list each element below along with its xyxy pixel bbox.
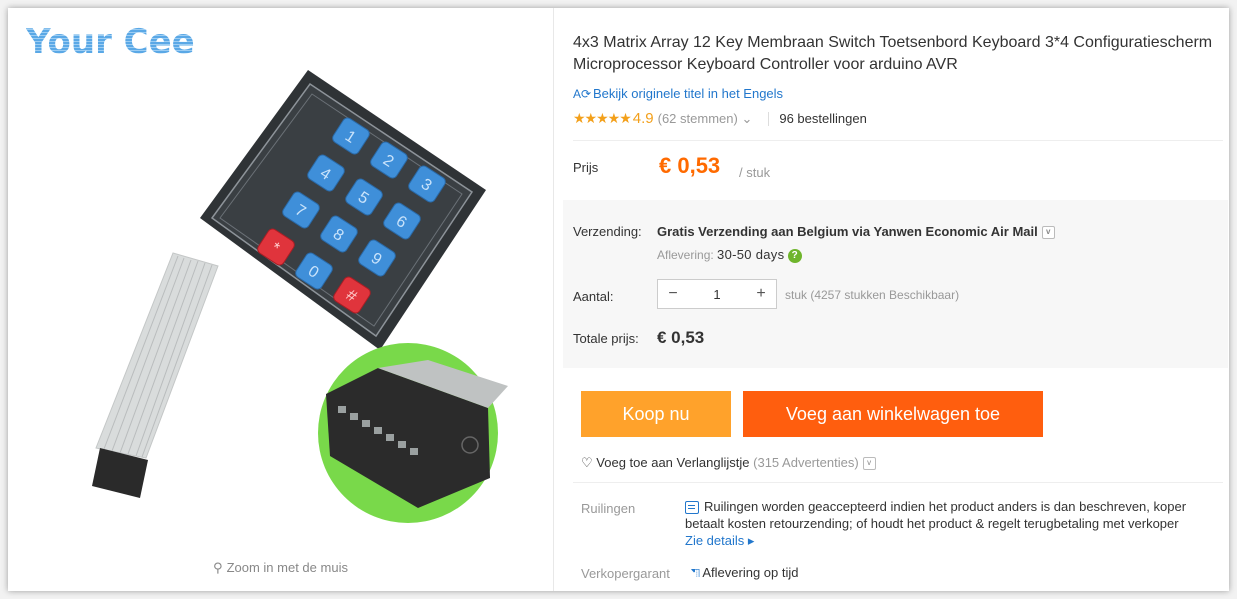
returns-icon [685, 501, 699, 515]
chevron-down-icon[interactable]: v [1041, 226, 1055, 240]
zoom-hint: ⚲ Zoom in met de muis [213, 560, 348, 575]
ribbon-cable [92, 252, 219, 498]
product-info: 4x3 Matrix Array 12 Key Membraan Switch … [563, 8, 1228, 591]
rating-row: ★★★★★ 4.9 (62 stemmen) ⌄ 96 bestellingen [573, 110, 867, 127]
shipping-panel: Verzending: Gratis Verzending aan Belgiu… [563, 200, 1228, 368]
price-unit: / stuk [739, 165, 771, 180]
chevron-down-icon[interactable]: v [862, 457, 876, 471]
quantity-stepper: − 1 + [657, 279, 777, 309]
guarantee-label: Verkopergarant [581, 566, 670, 581]
orders-count: 96 bestellingen [779, 111, 867, 126]
price-label: Prijs [573, 160, 599, 175]
connector-inset [318, 343, 508, 523]
add-to-cart-button[interactable]: Voeg aan winkelwagen toe [743, 391, 1043, 437]
total-price-label: Totale prijs: [573, 331, 639, 346]
details-link[interactable]: Zie details ▸ [685, 533, 754, 548]
wishlist-count: (315 Advertenties) [753, 455, 859, 470]
delivery-time: Aflevering: 30-50 days ? [657, 247, 802, 263]
product-gallery: Your Cee 1 2 3 4 5 6 7 8 9 * 0 # ⚲ Zoom … [8, 8, 553, 591]
guarantee-text: ⛠ Aflevering op tijd [691, 565, 799, 580]
increase-quantity-button[interactable]: + [746, 285, 776, 303]
translate-icon: A⟳ [573, 87, 592, 101]
rating-stars-icon: ★★★★★ [573, 110, 632, 126]
votes-dropdown[interactable]: (62 stemmen) ⌄ [658, 111, 753, 127]
truck-icon: ⛠ [691, 566, 701, 580]
decrease-quantity-button[interactable]: − [658, 285, 688, 303]
keypad [200, 70, 486, 350]
separator [768, 111, 770, 126]
divider [573, 482, 1223, 483]
stock-info: stuk (4257 stukken Beschikbaar) [785, 288, 960, 302]
price-value: € 0,53 [659, 153, 721, 178]
quantity-label: Aantal: [573, 289, 614, 304]
buy-now-button[interactable]: Koop nu [581, 391, 731, 437]
product-title: 4x3 Matrix Array 12 Key Membraan Switch … [573, 34, 1213, 73]
column-divider [553, 8, 554, 591]
shipping-method-select[interactable]: Gratis Verzending aan Belgium via Yanwen… [657, 224, 1055, 240]
original-title-link[interactable]: A⟳ Bekijk originele titel in het Engels [573, 86, 783, 101]
divider [573, 140, 1223, 141]
shipping-label: Verzending: [573, 224, 642, 239]
wishlist-link[interactable]: ♡ Voeg toe aan Verlanglijstje (315 Adver… [581, 455, 876, 471]
quantity-input[interactable]: 1 [688, 287, 746, 302]
help-icon[interactable]: ? [787, 248, 802, 263]
total-price-value: € 0,53 [657, 328, 705, 347]
product-page: Your Cee 1 2 3 4 5 6 7 8 9 * 0 # ⚲ Zoom … [8, 8, 1229, 591]
rating-value: 4.9 [632, 110, 654, 127]
product-image[interactable]: 123456789*0# [8, 8, 553, 548]
magnifier-icon: ⚲ [213, 560, 223, 575]
chevron-down-icon: ⌄ [741, 110, 753, 126]
heart-plus-icon: ♡ [581, 455, 593, 470]
returns-policy: Ruilingen worden geaccepteerd indien het… [685, 499, 1187, 548]
returns-label: Ruilingen [581, 501, 636, 516]
